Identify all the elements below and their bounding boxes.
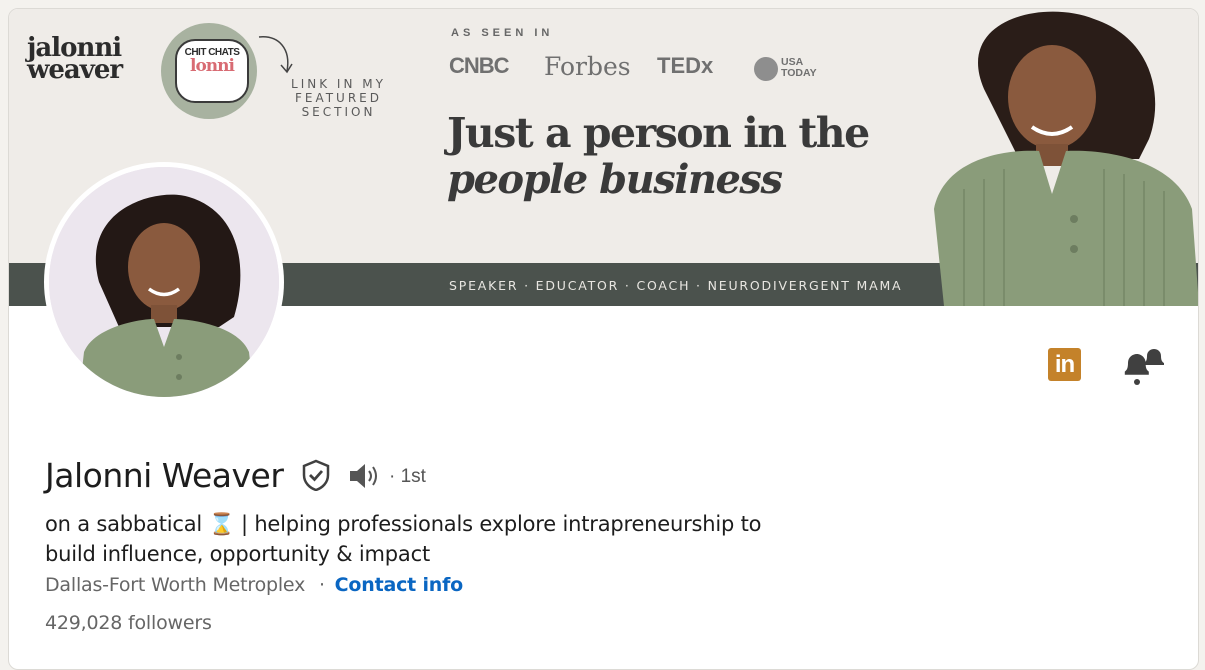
tagline-line2: people business <box>447 156 783 203</box>
banner-portrait-image <box>934 11 1198 306</box>
as-seen-in-label: AS SEEN IN <box>451 27 554 39</box>
banner-tagline: Just a person in the people business <box>447 109 870 203</box>
newsletter-bubble: CHIT CHATS lonni <box>175 39 249 103</box>
tagline-line1: Just a person in the <box>447 109 870 157</box>
followers-count[interactable]: 429,028 followers <box>45 612 212 634</box>
profile-card: jalonni weaver CHIT CHATS lonni LINK IN … <box>8 8 1199 670</box>
contact-info-link[interactable]: Contact info <box>335 574 464 596</box>
profile-location: Dallas-Fort Worth Metroplex <box>45 574 306 596</box>
press-logo-usa-today: USA TODAY <box>781 56 817 79</box>
profile-headline: on a sabbatical ⌛ | helping professional… <box>45 509 805 569</box>
profile-photo[interactable] <box>49 167 279 397</box>
featured-note: LINK IN MY FEATURED SECTION <box>291 77 386 119</box>
press-logo-tedx: TEDx <box>657 53 714 78</box>
newsletter-name: lonni <box>190 56 235 76</box>
bell-icon[interactable] <box>1123 348 1165 388</box>
banner-roles: SPEAKER · EDUCATOR · COACH · NEURODIVERG… <box>449 278 903 293</box>
separator-dot: · <box>318 574 325 596</box>
location-row: Dallas-Fort Worth Metroplex · Contact in… <box>45 574 463 596</box>
curved-arrow-icon <box>258 36 293 74</box>
connection-degree: · 1st <box>389 466 426 487</box>
linkedin-icon[interactable]: in <box>1048 348 1081 381</box>
profile-name: Jalonni Weaver <box>45 456 284 495</box>
press-logo-forbes: Forbes <box>544 52 631 81</box>
profile-photo-frame[interactable] <box>44 162 284 402</box>
brand-logo: jalonni weaver <box>27 33 123 85</box>
press-logo-cnbc: CNBC <box>449 53 510 78</box>
hourglass-icon: ⌛ <box>208 512 235 536</box>
speaker-icon[interactable] <box>347 462 381 490</box>
verified-shield-icon[interactable] <box>301 459 331 491</box>
usa-today-dot-icon <box>754 57 778 81</box>
headline-part1: on a sabbatical <box>45 512 203 536</box>
